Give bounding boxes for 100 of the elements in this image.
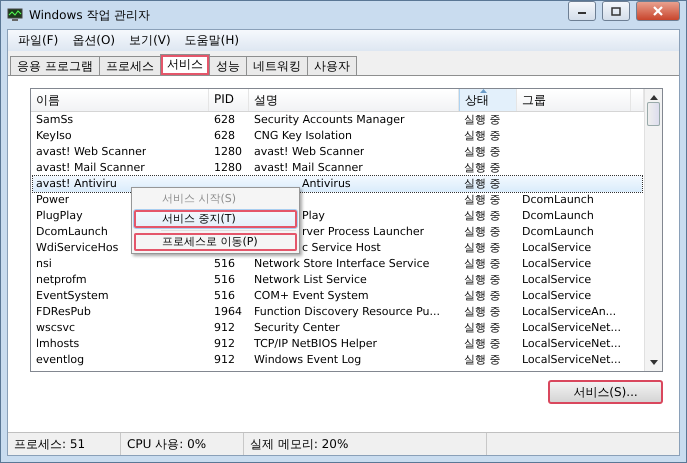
table-cell-text: 516 — [213, 272, 235, 288]
table-cell-text: 516 — [213, 288, 235, 304]
table-cell-text: DcomLaunch — [35, 224, 108, 240]
table-cell-text: WdiServiceHos — [35, 240, 118, 256]
table-cell-text: 912 — [213, 352, 235, 368]
scrollbar[interactable] — [644, 89, 662, 371]
table-cell-text: Play — [301, 208, 325, 224]
tab[interactable]: 성능 — [208, 56, 247, 75]
table-cell-text: 실행 중 — [463, 160, 500, 176]
close-icon — [652, 6, 664, 16]
table-cell-text: 628 — [213, 112, 235, 128]
table-cell-text: COM+ Event System — [253, 288, 369, 304]
table-cell-text: 912 — [213, 336, 235, 352]
table-cell-text: CNG Key Isolation — [253, 128, 352, 144]
table-cell-text: LocalService — [521, 256, 592, 272]
table-cell-text: TCP/IP NetBIOS Helper — [253, 336, 378, 352]
status-text: 프로세스: 51 — [8, 433, 121, 455]
table-cell-text: wscsvc — [35, 320, 76, 336]
context-menu-item[interactable]: 프로세스로 이동(P) — [133, 232, 298, 252]
menu-item[interactable]: 보기(V) — [123, 30, 177, 51]
table-cell-text: Windows Event Log — [253, 352, 362, 368]
table-cell-text: 실행 중 — [463, 176, 500, 192]
maximize-icon — [611, 6, 621, 16]
table-cell-text: avast! Antiviru — [35, 176, 117, 192]
column-header[interactable]: PID — [209, 89, 249, 111]
services-button[interactable]: 서비스(S)... — [548, 380, 663, 404]
table-cell-text: 실행 중 — [463, 192, 500, 208]
table-cell-text: Security Accounts Manager — [253, 112, 405, 128]
table-cell-text: 실행 중 — [463, 128, 500, 144]
table-cell-text: avast! Web Scanner — [253, 144, 364, 160]
table-cell-text: Power — [35, 192, 70, 208]
maximize-button[interactable] — [602, 1, 630, 21]
table-cell-text: 실행 중 — [463, 304, 500, 320]
table-cell-text: nsi — [35, 256, 52, 272]
close-button[interactable] — [636, 1, 680, 21]
tab[interactable]: 응용 프로그램 — [10, 56, 100, 75]
table-cell-text: netprofm — [35, 272, 87, 288]
table-cell-text: 실행 중 — [463, 112, 500, 128]
table-cell-text: Function Discovery Resource Pu... — [253, 304, 440, 320]
table-cell-text: lmhosts — [35, 336, 80, 352]
sort-arrow-icon — [480, 89, 487, 93]
table-cell-text: Network Store Interface Service — [253, 256, 430, 272]
table-cell-text: 실행 중 — [463, 336, 500, 352]
table-cell-text: 912 — [213, 320, 235, 336]
table-cell-text: Security Center — [253, 320, 340, 336]
column-header[interactable]: 상태 — [459, 89, 517, 111]
table-cell-text: DcomLaunch — [521, 208, 594, 224]
scroll-down-icon[interactable] — [650, 360, 658, 365]
tab[interactable]: 프로세스 — [98, 56, 161, 75]
table-cell-text: DcomLaunch — [521, 224, 594, 240]
table-cell-text: EventSystem — [35, 288, 109, 304]
table-cell-text: 1964 — [213, 304, 242, 320]
table-cell-text: PlugPlay — [35, 208, 83, 224]
tab[interactable]: 네트워킹 — [246, 56, 308, 75]
table-cell-text: 실행 중 — [463, 272, 500, 288]
table-cell-text: FDResPub — [35, 304, 91, 320]
table-cell-text: 516 — [213, 256, 235, 272]
context-menu-item[interactable]: 서비스 중지(T) — [133, 209, 298, 229]
table-cell-text: LocalServiceAn... — [521, 304, 616, 320]
table-cell-text: avast! Mail Scanner — [35, 160, 145, 176]
table-cell-text: DcomLaunch — [521, 192, 594, 208]
menu-item[interactable]: 옵션(O) — [66, 30, 122, 51]
minimize-button[interactable] — [568, 1, 596, 21]
table-cell-text: 실행 중 — [463, 320, 500, 336]
table-cell-text: LocalServiceNet... — [521, 336, 621, 352]
table-cell-text: 실행 중 — [463, 224, 500, 240]
table-cell-text: SamSs — [35, 112, 74, 128]
table-cell-text: rver Process Launcher — [301, 224, 424, 240]
table-cell-text: 1280 — [213, 160, 242, 176]
table-cell-text: Antivirus — [301, 176, 351, 192]
table-cell-text: LocalService — [521, 240, 592, 256]
table-cell-text: 실행 중 — [463, 288, 500, 304]
menu-item[interactable]: 파일(F) — [12, 30, 64, 51]
menu-item[interactable]: 도움말(H) — [178, 30, 246, 51]
status-text: 실제 메모리: 20% — [244, 433, 487, 455]
scroll-thumb[interactable] — [647, 102, 660, 126]
window-title: Windows 작업 관리자 — [29, 6, 152, 24]
table-cell-text: 실행 중 — [463, 240, 500, 256]
table-cell-text: Network List Service — [253, 272, 367, 288]
table-cell-text: KeyIso — [35, 128, 72, 144]
selected-row[interactable]: avast! Antiviru Antivirus 실행 중 — [33, 176, 642, 192]
table-cell-text: LocalService — [521, 272, 592, 288]
table-cell-text: LocalServiceNet... — [521, 352, 621, 368]
table-cell-text: 실행 중 — [463, 352, 500, 368]
table-cell-text: avast! Web Scanner — [35, 144, 146, 160]
tab[interactable]: 사용자 — [306, 56, 357, 75]
table-cell-text: 실행 중 — [463, 256, 500, 272]
column-header[interactable]: 그룹 — [517, 89, 631, 111]
table-cell-text: 실행 중 — [463, 144, 500, 160]
table-cell-text: eventlog — [35, 352, 84, 368]
monitor-icon — [7, 8, 23, 22]
table-cell-text: 1280 — [213, 144, 242, 160]
table-cell-text: LocalServiceNet... — [521, 320, 621, 336]
table-cell-text: LocalService — [521, 288, 592, 304]
table-cell-text: 실행 중 — [463, 208, 500, 224]
column-header[interactable]: 이름 — [31, 89, 209, 111]
status-text: CPU 사용: 0% — [121, 433, 244, 455]
scroll-up-icon[interactable] — [650, 95, 658, 100]
tab[interactable]: 서비스 — [160, 54, 210, 75]
table-cell-text: 628 — [213, 128, 235, 144]
